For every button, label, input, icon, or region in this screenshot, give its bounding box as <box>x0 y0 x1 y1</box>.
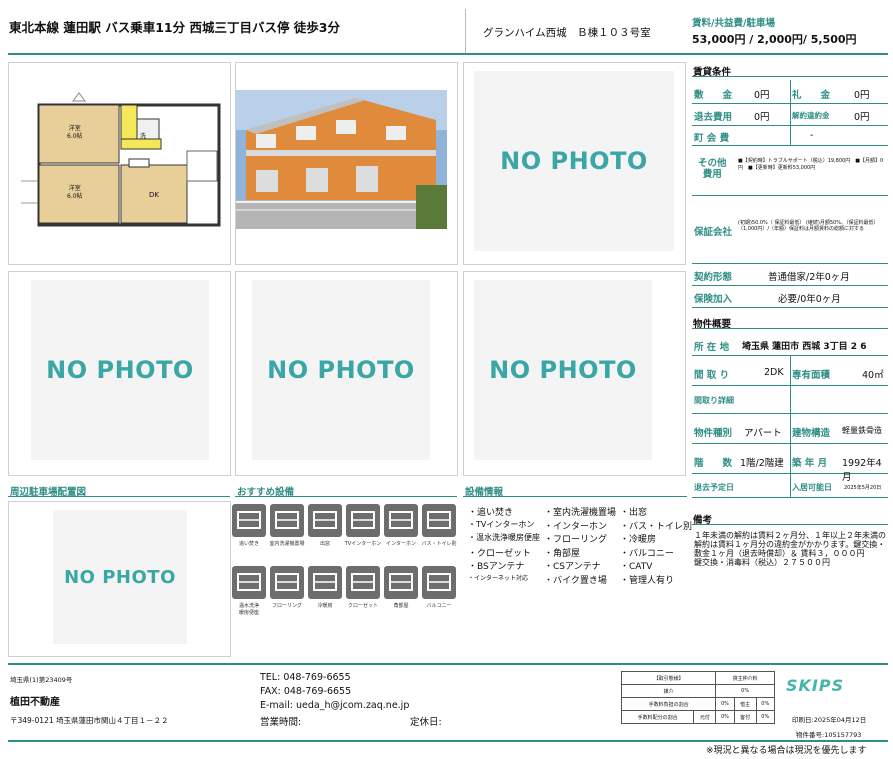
recommend-caption: クローゼット <box>347 603 378 609</box>
footer-top-line <box>8 663 888 665</box>
floorplan-room1: 洋室 6.0帖 <box>67 125 83 140</box>
no-photo-placeholder: NO PHOTO <box>53 510 187 644</box>
row-insurance: 保険加入 必要/0年0ヶ月 <box>692 286 888 308</box>
bath-toilet-icon <box>422 504 456 537</box>
equipment-item: ・バルコニー <box>620 548 674 559</box>
equipment-item: ・バス・トイレ別 <box>620 521 693 532</box>
equipment-item: ・バイク置き場 <box>544 575 607 586</box>
no-photo-placeholder: NO PHOTO <box>474 71 674 251</box>
rental-title-underline <box>692 76 888 77</box>
email[interactable]: E-mail: ueda_h@jcom.zaq.ne.jp <box>260 700 409 711</box>
header-divider <box>465 9 466 53</box>
skips-logo: SKIPS <box>786 676 845 695</box>
intercom-icon <box>384 504 418 537</box>
recommend-caption: バス・トイレ別 <box>421 541 457 547</box>
footer-bottom-line <box>8 740 888 742</box>
holiday: 定休日: <box>410 717 442 728</box>
equipment-item: ・CSアンテナ <box>544 562 601 572</box>
recommend-caption: 冷暖房 <box>317 603 333 609</box>
building-photo-box <box>235 62 458 265</box>
row-other-fees: その他 費用 ■【契約時】トラブルサポート（税込）19,800円 ■【月額】0円… <box>692 146 888 196</box>
recommend-underline <box>235 496 457 497</box>
equipment-item: ・角部屋 <box>544 548 581 559</box>
washer-icon <box>270 504 304 537</box>
property-col-divider <box>790 356 791 498</box>
parking-map-box: NO PHOTO <box>8 501 231 657</box>
recommend-caption: 追い焚き <box>238 541 259 547</box>
business-hours: 営業時間: <box>260 717 302 728</box>
equipment-item: ・冷暖房 <box>620 535 657 545</box>
window-icon <box>308 504 342 537</box>
property-title-underline <box>692 328 888 329</box>
equipment-item: ・クローゼット <box>468 548 532 559</box>
recommend-caption: インターホン <box>385 541 416 547</box>
no-photo-placeholder: NO PHOTO <box>31 280 209 460</box>
floorplan-box: 洋室 6.0帖 洋室 6.0帖 DK 洗 <box>8 62 231 265</box>
equipment-item: ・出窓 <box>620 508 648 518</box>
tel[interactable]: TEL: 048-769-6655 <box>260 672 351 683</box>
disclaimer-note: ※現況と異なる場合は現況を優先します <box>706 746 867 756</box>
license-number: 埼玉県(1)第23409号 <box>10 676 73 684</box>
equipment-item: ・管理人有り <box>620 575 675 586</box>
rental-col-divider <box>790 80 791 146</box>
photo-slot-5: NO PHOTO <box>463 271 686 476</box>
company-address: 〒349-0121 埼玉県蓮田市関山４丁目１－２２ <box>10 716 169 725</box>
row-address: 所 在 地 埼玉県 蓮田市 西城 3丁目 2 6 <box>692 332 888 356</box>
equipment-item: ・室内洗濯機置場 <box>544 508 617 518</box>
access-title: 東北本線 蓮田駅 バス乗車11分 西城三丁目バス停 徒歩3分 <box>9 20 341 35</box>
aircon-icon <box>308 566 342 599</box>
header-underline <box>8 53 888 55</box>
equipment-item: ・フローリング <box>544 535 608 545</box>
fax: FAX: 048-769-6655 <box>260 686 352 697</box>
closet-icon <box>346 566 380 599</box>
equipment-item: ・BSアンテナ <box>468 562 525 572</box>
recommend-caption: 出窓 <box>319 541 330 547</box>
photo-slot-3: NO PHOTO <box>8 271 231 476</box>
no-photo-placeholder: NO PHOTO <box>474 280 652 460</box>
company-name: 植田不動産 <box>10 697 60 708</box>
parking-underline <box>8 496 230 497</box>
floorplan-dk: DK <box>149 191 159 199</box>
balcony-icon <box>422 566 456 599</box>
photo-slot-2: NO PHOTO <box>463 62 686 265</box>
rent-value: 53,000円 / 2,000円/ 5,500円 <box>692 33 857 46</box>
floorplan-wash: 洗 <box>140 133 147 140</box>
equipment-item: ・追い焚き <box>468 508 514 518</box>
flooring-icon <box>270 566 304 599</box>
property-number: 物件番号:105157793 <box>796 731 862 739</box>
equipment-item: ・CATV <box>620 562 653 572</box>
building-photo <box>236 90 447 229</box>
photo-slot-4: NO PHOTO <box>235 271 458 476</box>
recommend-caption: バルコニー <box>426 603 452 609</box>
recommend-caption: TVインターホン <box>344 541 382 547</box>
equipment-item: ・TVインターホン <box>468 519 535 529</box>
commission-table: 【取引態様】 貸主仲介料 媒介 0% 手数料負担の割合 0% 借主 0% 手数料配分の割合… <box>620 671 776 724</box>
recommend-caption: 角部屋 <box>393 603 409 609</box>
floorplan-room2: 洋室 6.0帖 <box>67 185 83 200</box>
equipment-item: ・インターホン <box>544 521 608 532</box>
floorplan-drawing <box>21 92 221 227</box>
corner-room-icon <box>384 566 418 599</box>
bathtub-icon <box>232 504 266 537</box>
remarks-underline <box>692 524 888 525</box>
intercom-tv-icon <box>346 504 380 537</box>
row-contract: 契約形態 普通借家/2年0ヶ月 <box>692 264 888 286</box>
building-name: グランハイム西城 Ｂ棟１０３号室 <box>483 27 651 39</box>
recommend-caption: 温水洗浄 暖房便座 <box>238 603 259 616</box>
equipment-underline <box>463 496 687 497</box>
print-date: 印刷日:2025年04月12日 <box>792 716 867 724</box>
equipment-item: ・温水洗浄暖房便座 <box>468 533 540 542</box>
equipment-item: ・インターネット対応 <box>468 574 529 582</box>
toilet-icon <box>232 566 266 599</box>
recommend-caption: 室内洗濯機置場 <box>269 541 305 547</box>
recommend-caption: フローリング <box>271 603 302 609</box>
no-photo-placeholder: NO PHOTO <box>252 280 430 460</box>
remarks-text: １年未満の解約は賃料２ヶ月分、１年以上２年未満の解約は賃料１ヶ月分の違約金がかか… <box>694 531 886 567</box>
rent-label: 賃料/共益費/駐車場 <box>692 18 775 29</box>
row-guarantee: 保証会社 (初期)50.0%（ 保証料最低） (継続)月額50%、（保証料最低）… <box>692 196 888 264</box>
